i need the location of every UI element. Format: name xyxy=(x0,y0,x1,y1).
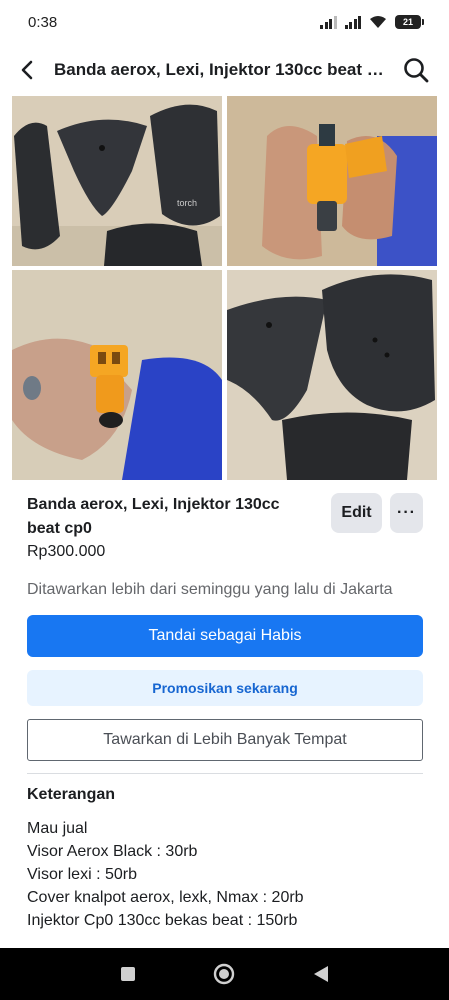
system-nav-bar xyxy=(0,948,449,1000)
offer-more-places-button[interactable]: Tawarkan di Lebih Banyak Tempat xyxy=(27,719,423,761)
listing-photo-injector-closeup[interactable] xyxy=(12,270,222,480)
arrow-left-icon xyxy=(21,60,33,80)
status-time: 0:38 xyxy=(28,13,58,31)
battery-level: 21 xyxy=(402,17,413,27)
listing-photo-injector[interactable] xyxy=(227,96,437,266)
description-heading: Keterangan xyxy=(27,786,116,803)
signal-icon xyxy=(320,15,337,29)
listing-photo-visor-closeup[interactable] xyxy=(227,270,437,480)
status-icons: 21 xyxy=(320,15,424,29)
recents-button[interactable] xyxy=(108,954,148,994)
triangle-back-icon xyxy=(313,966,328,982)
back-button[interactable] xyxy=(14,56,42,84)
description-line: Mau jual xyxy=(27,820,88,837)
promote-button[interactable]: Promosikan sekarang xyxy=(27,670,423,706)
description-body: Mau jual Visor Aerox Black : 30rb Visor … xyxy=(27,817,423,932)
description-line: Cover knalpot aerox, lexk, Nmax : 20rb xyxy=(27,889,304,906)
search-icon xyxy=(404,58,429,83)
brand-text: torch xyxy=(177,198,197,208)
wifi-icon xyxy=(370,16,386,28)
square-icon xyxy=(121,967,136,981)
home-button[interactable] xyxy=(204,954,244,994)
description-line: Injektor Cp0 130cc bekas beat : 150rb xyxy=(27,912,298,929)
injector-photo-image xyxy=(227,96,437,266)
description-line: Visor lexi : 50rb xyxy=(27,866,137,883)
more-options-button[interactable]: ··· xyxy=(390,493,423,533)
divider xyxy=(27,773,423,774)
battery-icon: 21 xyxy=(395,15,424,29)
listing-offered-text: Ditawarkan lebih dari seminggu yang lalu… xyxy=(27,581,393,598)
listing-price: Rp300.000 xyxy=(27,543,106,560)
listing-photo-visors[interactable]: torch xyxy=(12,96,222,266)
visor-closeup-image xyxy=(227,270,437,480)
photo-grid: torch xyxy=(12,96,437,480)
injector-closeup-image xyxy=(12,270,222,480)
page-title: Banda aerox, Lexi, Injektor 130cc beat c… xyxy=(54,60,397,79)
back-nav-button[interactable] xyxy=(301,954,341,994)
edit-button[interactable]: Edit xyxy=(331,493,382,533)
listing-title: Banda aerox, Lexi, Injektor 130cc beat c… xyxy=(27,496,280,537)
circle-icon xyxy=(214,963,235,985)
description-line: Visor Aerox Black : 30rb xyxy=(27,843,198,860)
header: Banda aerox, Lexi, Injektor 130cc beat c… xyxy=(0,44,449,96)
mark-sold-button[interactable]: Tandai sebagai Habis xyxy=(27,615,423,657)
search-button[interactable] xyxy=(401,55,431,85)
status-bar: 0:38 21 xyxy=(0,0,449,44)
visor-photo-image: torch xyxy=(12,96,222,266)
signal-icon xyxy=(344,15,361,29)
